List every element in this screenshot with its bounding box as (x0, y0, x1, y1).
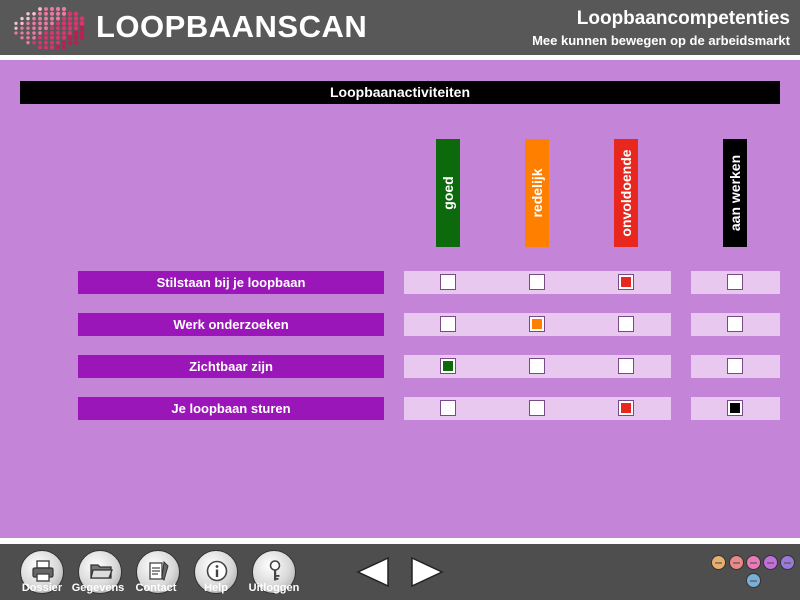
progress-dot-mark (750, 562, 757, 564)
header: LOOPBAANSCAN Loopbaancompetenties Mee ku… (0, 0, 800, 55)
help-label: Help (204, 582, 228, 594)
checkbox-fill (730, 403, 740, 413)
progress-dot[interactable] (746, 555, 761, 570)
uitloggen-label: Uitloggen (248, 582, 300, 594)
progress-dot-mark (784, 562, 791, 564)
progress-dot[interactable] (780, 555, 795, 570)
column-header-goed: goed (436, 139, 460, 247)
column-header-onvoldoende: onvoldoende (614, 139, 638, 247)
row-label: Zichtbaar zijn (78, 355, 384, 378)
checkbox-aan-werken[interactable] (727, 316, 743, 332)
checkbox-goed[interactable] (440, 400, 456, 416)
footer-toolbar: Dossier Gegevens Contact Help Uitloggen (0, 544, 800, 600)
logo-text: LOOPBAANSCAN (96, 9, 368, 44)
checkbox-onvoldoende[interactable] (618, 400, 634, 416)
column-header-label: aan werken (727, 154, 743, 232)
checkbox-onvoldoende[interactable] (618, 316, 634, 332)
column-header-aan-werken: aan werken (723, 139, 747, 247)
checkbox-aan-werken[interactable] (727, 274, 743, 290)
page-subtitle: Mee kunnen bewegen op de arbeidsmarkt (532, 33, 790, 48)
checkbox-fill (621, 277, 631, 287)
column-header-label: goed (440, 176, 456, 210)
progress-dot-mark (750, 580, 757, 582)
checkbox-fill (621, 403, 631, 413)
progress-dot-mark (733, 562, 740, 564)
progress-dot-mark (715, 562, 722, 564)
checkbox-aan-werken[interactable] (727, 358, 743, 374)
checkbox-redelijk[interactable] (529, 274, 545, 290)
contact-icon (149, 560, 169, 581)
checkbox-goed[interactable] (440, 274, 456, 290)
row-label: Werk onderzoeken (78, 313, 384, 336)
checkbox-redelijk[interactable] (529, 316, 545, 332)
checkbox-goed[interactable] (440, 358, 456, 374)
progress-dot[interactable] (763, 555, 778, 570)
row-label: Je loopbaan sturen (78, 397, 384, 420)
progress-dot-mark (767, 562, 774, 564)
page-title: Loopbaancompetenties (576, 8, 790, 29)
checkbox-goed[interactable] (440, 316, 456, 332)
printer-icon (32, 560, 54, 582)
progress-dot[interactable] (711, 555, 726, 570)
progress-dot[interactable] (746, 573, 761, 588)
arrow-left-icon[interactable] (356, 556, 390, 588)
folder-icon (90, 564, 113, 579)
progress-dot[interactable] (729, 555, 744, 570)
column-header-label: onvoldoende (618, 149, 634, 237)
checkbox-fill (532, 319, 542, 329)
checkbox-redelijk[interactable] (529, 358, 545, 374)
checkbox-redelijk[interactable] (529, 400, 545, 416)
key-icon (269, 560, 281, 581)
dossier-label: Dossier (21, 582, 63, 594)
checkbox-onvoldoende[interactable] (618, 274, 634, 290)
checkbox-aan-werken[interactable] (727, 400, 743, 416)
contact-label: Contact (135, 582, 177, 594)
column-header-redelijk: redelijk (525, 139, 549, 247)
arrow-right-icon[interactable] (410, 556, 444, 588)
checkbox-onvoldoende[interactable] (618, 358, 634, 374)
loopbaanscan-logo-icon (14, 6, 85, 50)
info-icon (206, 560, 228, 582)
gegevens-label: Gegevens (71, 582, 125, 594)
section-title-bar: Loopbaanactiviteiten (20, 81, 780, 104)
checkbox-fill (443, 361, 453, 371)
row-label: Stilstaan bij je loopbaan (78, 271, 384, 294)
main-content: Loopbaanactiviteiten goed redelijk onvol… (0, 60, 800, 538)
column-header-label: redelijk (529, 168, 545, 218)
